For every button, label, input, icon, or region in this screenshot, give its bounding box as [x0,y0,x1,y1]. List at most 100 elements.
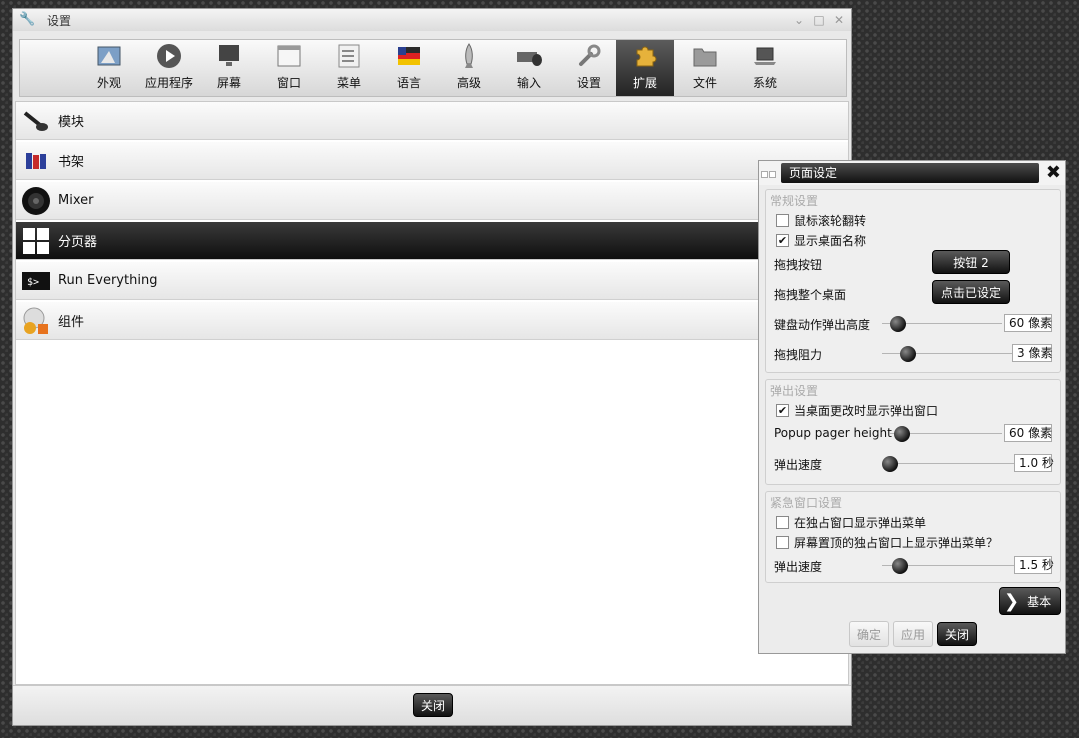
monitor-icon [214,42,244,70]
show-desk-name-option[interactable]: ✔ 显示桌面名称 [776,232,866,249]
plug-icon [20,106,52,136]
tab-system-label: 系统 [752,76,777,90]
plugin-list: 模块 书架 Mixer 分页器 $> Run Everything 组件 [15,101,849,685]
laptop-icon [750,42,780,70]
window-titlebar[interactable]: 🔧 设置 ⌄ □ ✕ [13,9,851,31]
drag-resist-knob[interactable] [900,346,916,362]
close-icon[interactable]: ✖ [1046,163,1061,183]
basic-button[interactable]: ❯ 基本 [999,587,1061,615]
terminal-icon: $> [20,266,52,296]
basic-button-label: 基本 [1027,594,1052,609]
pager-grid-icon [20,226,52,256]
appearance-icon [94,42,124,70]
show-popup-checkbox[interactable]: ✔ [776,404,789,417]
tab-applications[interactable]: 应用程序 [140,40,198,96]
tab-screen[interactable]: 屏幕 [200,40,258,96]
tab-advanced-label: 高级 [456,76,481,90]
popup-speed-slider[interactable] [882,463,1014,464]
tab-window-label: 窗口 [276,76,301,90]
minimize-icon[interactable]: ⌄ [791,12,807,28]
show-desk-name-label: 显示桌面名称 [794,234,867,248]
list-item-shelf[interactable]: 书架 [16,142,848,180]
show-urgent-label: 在独占窗口显示弹出菜单 [794,516,927,530]
wrench-icon: 🔧 [19,12,36,27]
list-item-mixer[interactable]: Mixer [16,182,848,220]
flag-icon [394,42,424,70]
tab-system[interactable]: 系统 [736,40,794,96]
popup-speed-knob[interactable] [882,456,898,472]
tab-advanced[interactable]: 高级 [440,40,498,96]
dialog-titlebar[interactable]: 页面设定 ✖ [759,161,1065,185]
pager-height-knob[interactable] [894,426,910,442]
drag-resist-label: 拖拽阻力 [774,348,823,362]
dialog-window-icon [761,167,777,183]
list-item-modules[interactable]: 模块 [16,102,848,140]
speaker-icon [20,186,52,216]
rocket-icon [454,42,484,70]
list-item-label: Run Everything [58,273,158,288]
group-title: 常规设置 [770,194,819,208]
tab-input[interactable]: 输入 [500,40,558,96]
list-item-run-everything[interactable]: $> Run Everything [16,262,848,300]
window-icon [274,42,304,70]
window-bottom-bar: 关闭 [13,685,851,725]
terminal-icon-text: $> [27,277,39,288]
show-popup-option[interactable]: ✔ 当桌面更改时显示弹出窗口 [776,402,938,419]
keyboard-popup-knob[interactable] [890,316,906,332]
tab-extensions[interactable]: 扩展 [616,40,674,96]
show-urgent-checkbox[interactable] [776,516,789,529]
urgent-settings-group: 紧急窗口设置 在独占窗口显示弹出菜单 屏幕置顶的独占窗口上显示弹出菜单？ 弹出速… [765,491,1061,583]
list-item-label: 组件 [58,315,85,330]
urgent-speed-value[interactable]: 1.5 秒 [1014,556,1054,574]
show-popup-label: 当桌面更改时显示弹出窗口 [794,404,939,418]
urgent-speed-knob[interactable] [892,558,908,574]
maximize-icon[interactable]: □ [811,12,827,28]
ok-button[interactable]: 确定 [849,621,889,647]
show-urgent-option[interactable]: 在独占窗口显示弹出菜单 [776,514,926,531]
close-icon[interactable]: ✕ [831,12,847,28]
apply-button[interactable]: 应用 [893,621,933,647]
dialog-close-button[interactable]: 关闭 [937,622,977,646]
wheel-flip-label: 鼠标滚轮翻转 [794,214,867,228]
close-button[interactable]: 关闭 [413,693,453,717]
drag-button-select[interactable]: 按钮 2 [932,250,1010,274]
pager-settings-dialog: 页面设定 ✖ 常规设置 鼠标滚轮翻转 ✔ 显示桌面名称 拖拽按钮 按钮 2 拖拽… [758,160,1066,654]
popup-speed-value[interactable]: 1.0 秒 [1014,454,1054,472]
keyboard-mouse-icon [514,42,544,70]
tab-settings-label: 设置 [576,76,601,90]
list-item-label: 书架 [58,155,85,170]
tab-window[interactable]: 窗口 [260,40,318,96]
show-top-urgent-checkbox[interactable] [776,536,789,549]
drag-resist-value[interactable]: 3 像素 [1012,344,1052,362]
tab-appearance[interactable]: 外观 [80,40,138,96]
group-title: 弹出设置 [770,384,819,398]
drag-desktop-select[interactable]: 点击已设定 [932,280,1010,304]
keyboard-popup-value[interactable]: 60 像素 [1004,314,1052,332]
gadgets-icon [20,306,52,336]
tab-files[interactable]: 文件 [676,40,734,96]
keyboard-popup-label: 键盘动作弹出高度 [774,318,871,332]
tab-menu[interactable]: 菜单 [320,40,378,96]
show-desk-name-checkbox[interactable]: ✔ [776,234,789,247]
window-title: 设置 [47,13,72,28]
wheel-flip-option[interactable]: 鼠标滚轮翻转 [776,212,866,229]
list-item-pager[interactable]: 分页器 [16,222,848,260]
urgent-speed-label: 弹出速度 [774,560,823,574]
tab-input-label: 输入 [516,76,541,90]
category-toolbar: 外观 应用程序 屏幕 窗口 菜单 语言 高级 输入 设置 扩展 文件 系统 [19,39,847,97]
tab-settings[interactable]: 设置 [560,40,618,96]
show-top-urgent-option[interactable]: 屏幕置顶的独占窗口上显示弹出菜单？ [776,534,998,551]
tab-menu-label: 菜单 [336,76,361,90]
tab-screen-label: 屏幕 [216,76,241,90]
play-icon [154,42,184,70]
popup-settings-group: 弹出设置 ✔ 当桌面更改时显示弹出窗口 Popup pager height 6… [765,379,1061,485]
show-top-urgent-label: 屏幕置顶的独占窗口上显示弹出菜单？ [794,536,999,550]
drag-desktop-label: 拖拽整个桌面 [774,288,847,302]
list-item-gadgets[interactable]: 组件 [16,302,848,340]
tab-language[interactable]: 语言 [380,40,438,96]
pager-height-label: Popup pager height [774,426,892,440]
tab-files-label: 文件 [692,76,717,90]
pager-height-value[interactable]: 60 像素 [1004,424,1052,442]
wheel-flip-checkbox[interactable] [776,214,789,227]
tab-extensions-label: 扩展 [632,76,657,90]
